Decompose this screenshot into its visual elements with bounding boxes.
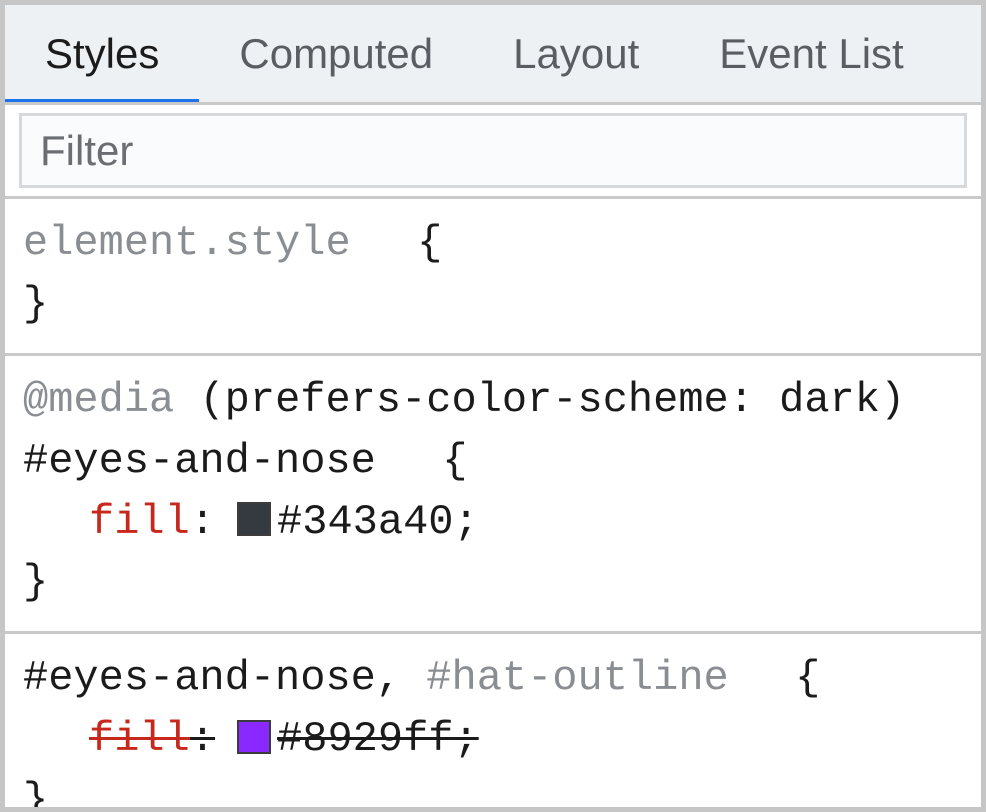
css-value[interactable]: #8929ff <box>277 709 453 770</box>
colon: : <box>190 709 215 770</box>
semicolon: ; <box>453 492 478 553</box>
media-condition: (prefers-color-scheme: dark) <box>199 376 905 424</box>
tab-layout[interactable]: Layout <box>473 5 679 102</box>
rule-eyes-and-nose-hat-outline[interactable]: #eyes-and-nose, #hat-outline { fill: #89… <box>5 634 981 807</box>
css-property[interactable]: fill <box>89 492 190 553</box>
selector-line[interactable]: #eyes-and-nose, #hat-outline { <box>23 648 963 709</box>
rule-element-style[interactable]: element.style { } <box>5 199 981 356</box>
brace-open: { <box>795 654 820 702</box>
rule-selector[interactable]: #eyes-and-nose <box>23 437 376 485</box>
media-query-line: @media (prefers-color-scheme: dark) <box>23 370 963 431</box>
semicolon: ; <box>453 709 478 770</box>
css-value[interactable]: #343a40 <box>277 492 453 553</box>
tab-bar: Styles Computed Layout Event List <box>5 5 981 105</box>
brace-close: } <box>23 776 48 807</box>
declaration-fill[interactable]: fill: #343a40; <box>23 492 963 553</box>
media-keyword: @media <box>23 376 174 424</box>
selector-separator: , <box>376 654 426 702</box>
rule-selector-active[interactable]: #eyes-and-nose <box>23 654 376 702</box>
brace-close: } <box>23 280 48 328</box>
rule-selector[interactable]: element.style <box>23 219 351 267</box>
selector-line[interactable]: #eyes-and-nose { <box>23 431 963 492</box>
brace-open: { <box>442 437 467 485</box>
filter-row <box>5 105 981 199</box>
rule-selector-inactive[interactable]: #hat-outline <box>426 654 728 702</box>
tab-event-listeners[interactable]: Event List <box>679 5 903 102</box>
devtools-styles-panel: Styles Computed Layout Event List elemen… <box>0 0 986 812</box>
tab-styles[interactable]: Styles <box>5 5 199 102</box>
brace-close: } <box>23 558 48 606</box>
rule-media-dark-eyes-and-nose[interactable]: @media (prefers-color-scheme: dark) #eye… <box>5 356 981 635</box>
css-property[interactable]: fill <box>89 709 190 770</box>
colon: : <box>190 492 215 553</box>
color-swatch-icon[interactable] <box>237 502 271 536</box>
rules-pane: element.style { } @media (prefers-color-… <box>5 199 981 807</box>
color-swatch-icon[interactable] <box>237 720 271 754</box>
brace-open: { <box>417 219 442 267</box>
tab-computed[interactable]: Computed <box>199 5 473 102</box>
declaration-fill-overridden[interactable]: fill: #8929ff; <box>23 709 963 770</box>
filter-input[interactable] <box>19 113 967 188</box>
